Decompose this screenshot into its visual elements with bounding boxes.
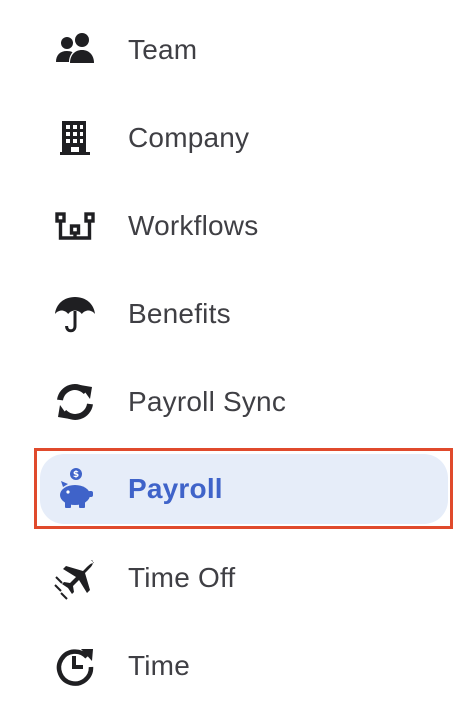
nav-item-label: Time bbox=[128, 650, 190, 681]
nav-item-label: Payroll Sync bbox=[128, 386, 287, 417]
piggy-bank-icon: $ bbox=[52, 466, 98, 512]
nav-item-label: Team bbox=[128, 34, 198, 65]
nav-item-label: Benefits bbox=[128, 298, 231, 329]
nav-item-label: Workflows bbox=[128, 210, 259, 241]
nav-item-time-off[interactable]: Time Off bbox=[40, 543, 448, 613]
clock-refresh-icon bbox=[52, 643, 98, 689]
nav-item-team[interactable]: Team bbox=[40, 15, 448, 85]
umbrella-icon bbox=[52, 291, 98, 337]
workflow-icon bbox=[52, 203, 98, 249]
nav-item-benefits[interactable]: Benefits bbox=[40, 279, 448, 349]
airplane-icon bbox=[52, 555, 98, 601]
nav-item-company[interactable]: Company bbox=[40, 103, 448, 173]
svg-text:$: $ bbox=[73, 470, 79, 480]
sync-icon bbox=[52, 379, 98, 425]
nav-item-payroll[interactable]: $ Payroll bbox=[40, 454, 448, 524]
building-icon bbox=[52, 115, 98, 161]
nav-item-label: Time Off bbox=[128, 562, 236, 593]
sidebar-nav: Team Company Workflows Benefits Payroll … bbox=[0, 0, 472, 712]
nav-item-payroll-sync[interactable]: Payroll Sync bbox=[40, 367, 448, 437]
nav-item-label: Payroll bbox=[128, 473, 223, 504]
nav-item-label: Company bbox=[128, 122, 250, 153]
team-icon bbox=[52, 27, 98, 73]
nav-item-workflows[interactable]: Workflows bbox=[40, 191, 448, 261]
nav-item-time[interactable]: Time bbox=[40, 631, 448, 701]
